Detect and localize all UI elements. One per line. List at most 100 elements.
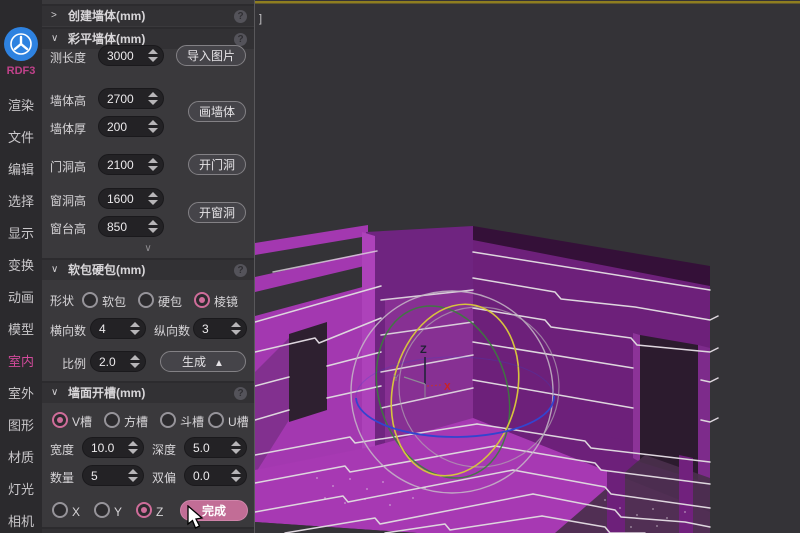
- sidebar-item-file[interactable]: 文件: [0, 127, 42, 146]
- generate-button[interactable]: 生成▲: [160, 351, 246, 372]
- spinner[interactable]: [130, 354, 140, 369]
- spinner-down-icon[interactable]: [148, 166, 158, 171]
- radio-axis-z[interactable]: Z: [136, 502, 163, 519]
- spinner-up-icon[interactable]: [231, 469, 241, 474]
- radio-hardpack[interactable]: 硬包: [138, 292, 182, 310]
- wall-height-input[interactable]: [107, 90, 147, 107]
- sidebar-item-edit[interactable]: 编辑: [0, 159, 42, 178]
- v-count-input[interactable]: [202, 320, 230, 337]
- groove-width-field[interactable]: [82, 437, 144, 458]
- spinner[interactable]: [130, 321, 140, 336]
- radio-icon[interactable]: [82, 292, 98, 308]
- sidebar-item-select[interactable]: 选择: [0, 191, 42, 210]
- v-count-field[interactable]: [193, 318, 247, 339]
- radio-icon[interactable]: [52, 502, 68, 518]
- sill-height-field[interactable]: [98, 216, 164, 237]
- door-height-input[interactable]: [107, 156, 147, 173]
- spinner[interactable]: [148, 157, 158, 172]
- section-header-groove[interactable]: ∨ 墙面开槽(mm) ?: [42, 381, 254, 403]
- spinner-down-icon[interactable]: [148, 228, 158, 233]
- spinner[interactable]: [231, 468, 241, 483]
- sill-height-input[interactable]: [107, 218, 147, 235]
- spinner[interactable]: [128, 468, 138, 483]
- spinner-up-icon[interactable]: [128, 469, 138, 474]
- spinner-up-icon[interactable]: [231, 441, 241, 446]
- import-image-button[interactable]: 导入图片: [176, 45, 246, 66]
- spinner-up-icon[interactable]: [148, 220, 158, 225]
- spinner-down-icon[interactable]: [148, 128, 158, 133]
- spinner[interactable]: [148, 191, 158, 206]
- spinner-down-icon[interactable]: [128, 449, 138, 454]
- help-icon[interactable]: ?: [234, 264, 247, 277]
- spinner-up-icon[interactable]: [148, 158, 158, 163]
- radio-u-groove[interactable]: U槽: [208, 412, 249, 430]
- groove-count-field[interactable]: [82, 465, 144, 486]
- radio-icon[interactable]: [94, 502, 110, 518]
- wall-thickness-field[interactable]: [98, 116, 164, 137]
- open-door-button[interactable]: 开门洞: [188, 154, 246, 175]
- ratio-field[interactable]: [90, 351, 146, 372]
- sidebar-item-shape[interactable]: 图形: [0, 415, 42, 434]
- window-height-field[interactable]: [98, 188, 164, 209]
- spinner-down-icon[interactable]: [128, 477, 138, 482]
- section-header-create-wall[interactable]: > 创建墙体(mm) ?: [42, 4, 254, 26]
- sidebar-item-exterior[interactable]: 室外: [0, 383, 42, 402]
- spinner-up-icon[interactable]: [130, 322, 140, 327]
- h-count-input[interactable]: [99, 320, 129, 337]
- measure-length-field[interactable]: [98, 45, 164, 66]
- spinner[interactable]: [231, 440, 241, 455]
- sidebar-item-anim[interactable]: 动画: [0, 287, 42, 306]
- radio-icon-selected[interactable]: [136, 502, 152, 518]
- groove-offset-input[interactable]: [193, 467, 230, 484]
- spinner-up-icon[interactable]: [148, 192, 158, 197]
- window-height-input[interactable]: [107, 190, 147, 207]
- spinner-down-icon[interactable]: [231, 449, 241, 454]
- spinner[interactable]: [148, 119, 158, 134]
- spinner-up-icon[interactable]: [148, 49, 158, 54]
- spinner[interactable]: [148, 91, 158, 106]
- viewport-3d[interactable]: ]: [255, 0, 800, 533]
- help-icon[interactable]: ?: [234, 387, 247, 400]
- spinner-up-icon[interactable]: [128, 441, 138, 446]
- help-icon[interactable]: ?: [234, 10, 247, 23]
- radio-icon[interactable]: [208, 412, 224, 428]
- sidebar-item-camera[interactable]: 相机: [0, 511, 42, 530]
- spinner-down-icon[interactable]: [130, 330, 140, 335]
- radio-icon-selected[interactable]: [52, 412, 68, 428]
- spinner[interactable]: [148, 48, 158, 63]
- groove-depth-field[interactable]: [184, 437, 247, 458]
- radio-icon[interactable]: [138, 292, 154, 308]
- spinner-down-icon[interactable]: [148, 57, 158, 62]
- spinner-down-icon[interactable]: [148, 200, 158, 205]
- groove-width-input[interactable]: [91, 439, 127, 456]
- sidebar-item-transform[interactable]: 变换: [0, 255, 42, 274]
- spinner-down-icon[interactable]: [130, 363, 140, 368]
- sidebar-item-render[interactable]: 渲染: [0, 95, 42, 114]
- wall-thickness-input[interactable]: [107, 118, 147, 135]
- spinner-up-icon[interactable]: [130, 355, 140, 360]
- sidebar-item-display[interactable]: 显示: [0, 223, 42, 242]
- radio-axis-y[interactable]: Y: [94, 502, 122, 519]
- spinner[interactable]: [231, 321, 241, 336]
- sidebar-item-model[interactable]: 模型: [0, 319, 42, 338]
- radio-softpack[interactable]: 软包: [82, 292, 126, 310]
- spinner-up-icon[interactable]: [148, 120, 158, 125]
- door-height-field[interactable]: [98, 154, 164, 175]
- h-count-field[interactable]: [90, 318, 146, 339]
- sidebar-item-light[interactable]: 灯光: [0, 479, 42, 498]
- radio-prism[interactable]: 棱镜: [194, 292, 238, 310]
- spinner[interactable]: [148, 219, 158, 234]
- radio-dou-groove[interactable]: 斗槽: [160, 412, 204, 430]
- spinner-down-icon[interactable]: [231, 477, 241, 482]
- spinner-up-icon[interactable]: [231, 322, 241, 327]
- groove-count-input[interactable]: [91, 467, 127, 484]
- radio-axis-x[interactable]: X: [52, 502, 80, 519]
- spinner-down-icon[interactable]: [148, 100, 158, 105]
- ratio-input[interactable]: [99, 353, 129, 370]
- sidebar-item-material[interactable]: 材质: [0, 447, 42, 466]
- groove-offset-field[interactable]: [184, 465, 247, 486]
- sidebar-item-interior[interactable]: 室内: [0, 351, 42, 370]
- radio-icon-selected[interactable]: [194, 292, 210, 308]
- app-logo-icon[interactable]: [4, 27, 38, 61]
- wall-height-field[interactable]: [98, 88, 164, 109]
